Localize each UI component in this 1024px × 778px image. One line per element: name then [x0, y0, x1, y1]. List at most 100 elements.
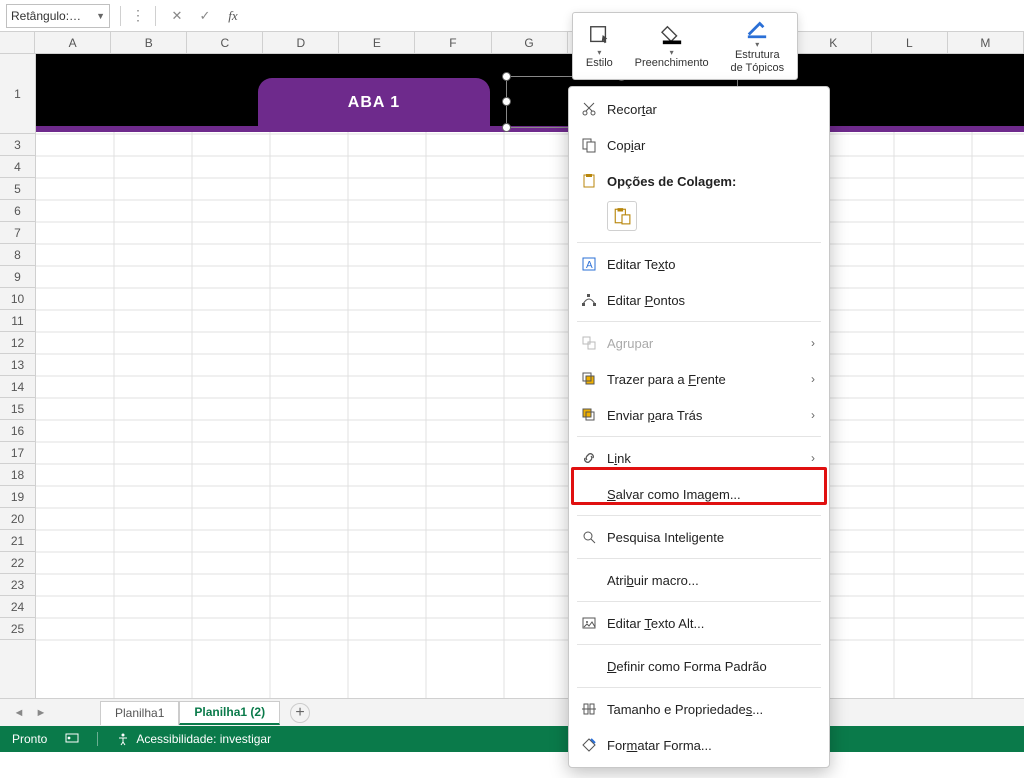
row-header[interactable]: 12	[0, 332, 35, 354]
row-header[interactable]: 24	[0, 596, 35, 618]
resize-handle[interactable]	[502, 123, 511, 132]
accessibility-status[interactable]: Acessibilidade: investigar	[116, 732, 271, 746]
menu-default-shape[interactable]: Definir como Forma Padrão	[569, 648, 829, 684]
column-header[interactable]: C	[187, 32, 263, 53]
menu-edit-points[interactable]: Editar Pontos	[569, 282, 829, 318]
mini-toolbar: ▾ Estilo ▾ Preenchimento ▾ Estrutura de …	[572, 12, 798, 80]
column-header[interactable]: D	[263, 32, 339, 53]
row-header[interactable]: 7	[0, 222, 35, 244]
separator	[120, 6, 121, 26]
row-header[interactable]: 14	[0, 376, 35, 398]
add-sheet-button[interactable]: +	[290, 703, 310, 723]
row-header[interactable]: 4	[0, 156, 35, 178]
alt-text-icon	[581, 615, 607, 631]
sheet-nav-prev[interactable]: ◄	[10, 704, 28, 722]
menu-separator	[577, 515, 821, 516]
menu-label: Trazer para a Frente	[607, 372, 726, 387]
menu-assign-macro[interactable]: Atribuir macro...	[569, 562, 829, 598]
menu-label: Agrupar	[607, 336, 653, 351]
row-header[interactable]: 25	[0, 618, 35, 640]
name-box-text: Retângulo:…	[11, 9, 81, 23]
chevron-right-icon: ›	[811, 408, 815, 422]
menu-format-shape[interactable]: Formatar Forma...	[569, 727, 829, 763]
column-header[interactable]: K	[796, 32, 872, 53]
menu-copy[interactable]: Copiar	[569, 127, 829, 163]
column-headers: A B C D E F G K L M	[0, 32, 1024, 54]
style-icon	[588, 22, 610, 48]
mini-fill-button[interactable]: ▾ Preenchimento	[631, 17, 713, 75]
sheet-tab-active[interactable]: Planilha1 (2)	[179, 701, 280, 725]
outline-icon	[746, 18, 768, 40]
chevron-down-icon[interactable]: ▼	[96, 11, 105, 21]
sheet-nav-next[interactable]: ►	[32, 704, 50, 722]
row-header[interactable]: 9	[0, 266, 35, 288]
menu-size-properties[interactable]: Tamanho e Propriedades...	[569, 691, 829, 727]
column-header[interactable]: A	[35, 32, 111, 53]
row-header[interactable]: 6	[0, 200, 35, 222]
column-header[interactable]: F	[415, 32, 491, 53]
group-icon	[581, 335, 607, 351]
accept-formula-icon[interactable]: ✓	[194, 5, 216, 27]
row-header[interactable]: 20	[0, 508, 35, 530]
menu-label: Pesquisa Inteligente	[607, 530, 724, 545]
row-header[interactable]: 15	[0, 398, 35, 420]
menu-link[interactable]: Link ›	[569, 440, 829, 476]
edit-points-icon	[581, 292, 607, 308]
row-header[interactable]: 5	[0, 178, 35, 200]
menu-save-as-image[interactable]: Salvar como Imagem...	[569, 476, 829, 512]
menu-separator	[577, 558, 821, 559]
kebab-icon[interactable]: ⋮	[131, 7, 145, 24]
column-header[interactable]: G	[492, 32, 568, 53]
search-icon	[581, 529, 607, 545]
mini-style-button[interactable]: ▾ Estilo	[582, 17, 617, 75]
mini-style-label: Estilo	[586, 57, 613, 69]
macro-record-icon[interactable]	[65, 731, 79, 748]
menu-alt-text[interactable]: Editar Texto Alt...	[569, 605, 829, 641]
menu-label: Salvar como Imagem...	[607, 487, 741, 502]
row-header[interactable]: 22	[0, 552, 35, 574]
sheet-tab[interactable]: Planilha1	[100, 701, 179, 725]
fill-icon	[661, 22, 683, 48]
column-header[interactable]: L	[872, 32, 948, 53]
row-header[interactable]: 13	[0, 354, 35, 376]
column-header[interactable]: M	[948, 32, 1024, 53]
fx-icon[interactable]: fx	[222, 5, 244, 27]
chevron-right-icon: ›	[811, 451, 815, 465]
row-header[interactable]: 19	[0, 486, 35, 508]
menu-smart-lookup[interactable]: Pesquisa Inteligente	[569, 519, 829, 555]
row-header[interactable]: 8	[0, 244, 35, 266]
row-header[interactable]: 21	[0, 530, 35, 552]
mini-outline-label: Estrutura de Tópicos	[730, 49, 784, 73]
row-header[interactable]: 23	[0, 574, 35, 596]
menu-label: Definir como Forma Padrão	[607, 659, 767, 674]
cells-container[interactable]: ABA 1	[36, 54, 1024, 698]
row-header[interactable]: 11	[0, 310, 35, 332]
mini-outline-button[interactable]: ▾ Estrutura de Tópicos	[726, 17, 788, 75]
menu-bring-front[interactable]: Trazer para a Frente ›	[569, 361, 829, 397]
menu-send-back[interactable]: Enviar para Trás ›	[569, 397, 829, 433]
row-header[interactable]: 18	[0, 464, 35, 486]
menu-edit-text[interactable]: A Editar Texto	[569, 246, 829, 282]
sheet-nav: ◄ ►	[10, 704, 50, 722]
tab-shape-aba1[interactable]: ABA 1	[258, 78, 490, 128]
name-box[interactable]: Retângulo:… ▼	[6, 4, 110, 28]
send-back-icon	[581, 407, 607, 423]
separator	[155, 6, 156, 26]
link-icon	[581, 450, 607, 466]
paste-option-button[interactable]	[607, 201, 637, 231]
paste-icon	[581, 173, 607, 189]
sheet-tabs-bar: ◄ ► Planilha1 Planilha1 (2) +	[0, 698, 1024, 726]
row-header[interactable]: 10	[0, 288, 35, 310]
cancel-formula-icon[interactable]: ✕	[166, 5, 188, 27]
row-header[interactable]: 17	[0, 442, 35, 464]
select-all-corner[interactable]	[0, 32, 35, 53]
resize-handle[interactable]	[502, 72, 511, 81]
menu-cut[interactable]: Recortar	[569, 91, 829, 127]
resize-handle[interactable]	[502, 97, 511, 106]
row-header[interactable]: 3	[0, 134, 35, 156]
column-header[interactable]: B	[111, 32, 187, 53]
row-header[interactable]: 1	[0, 54, 35, 134]
column-header[interactable]: E	[339, 32, 415, 53]
context-menu: Recortar Copiar Opções de Colagem: A Edi…	[568, 86, 830, 768]
row-header[interactable]: 16	[0, 420, 35, 442]
